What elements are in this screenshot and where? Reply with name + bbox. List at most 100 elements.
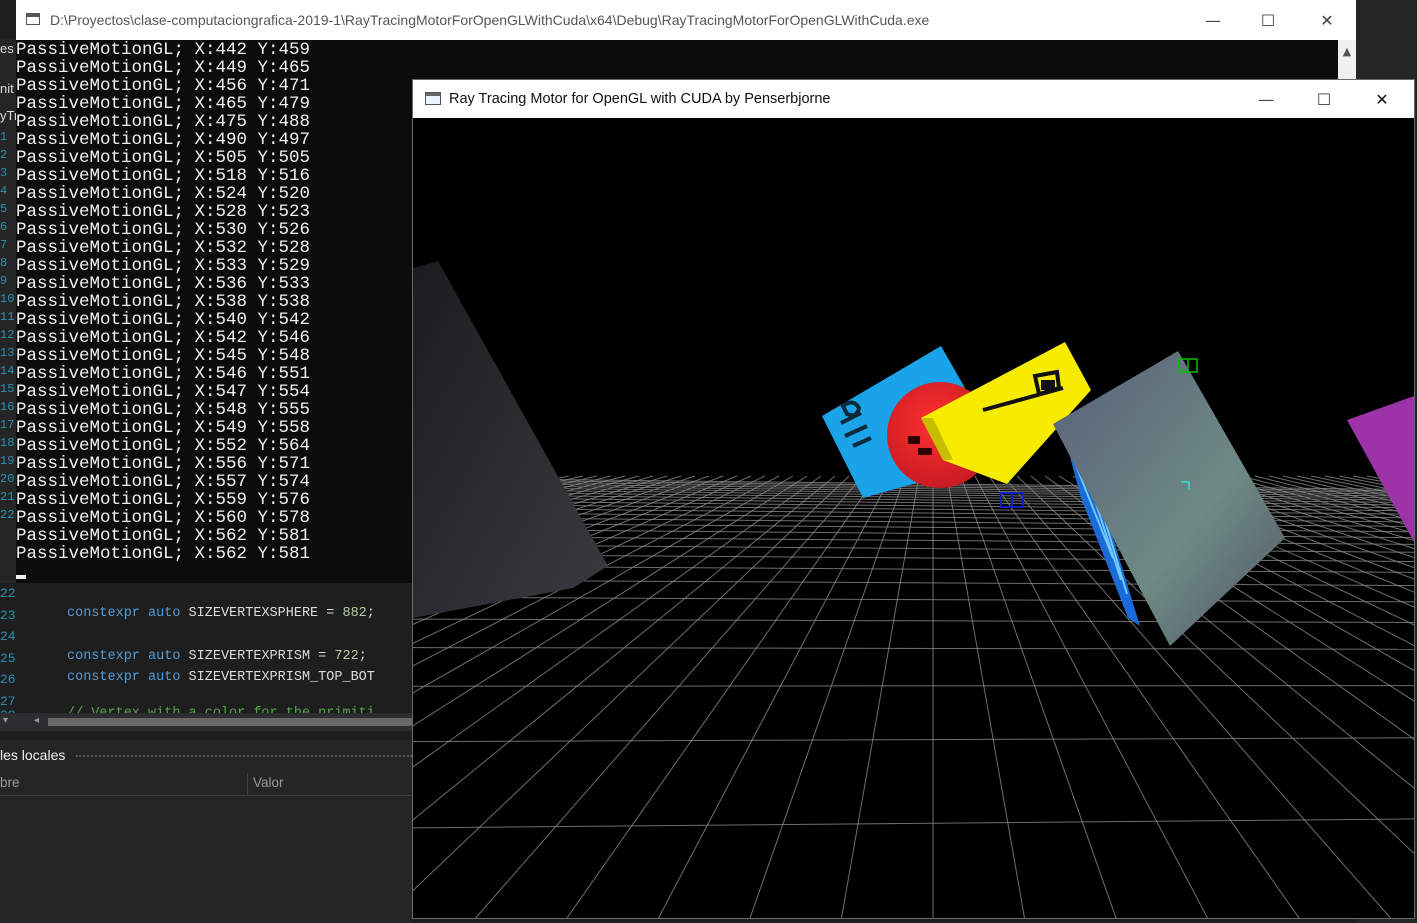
panel-grip [76, 755, 412, 757]
console-line: PassiveMotionGL; X:532 Y:528 [16, 238, 311, 258]
editor-line: 26 constexpr auto SIZEVERTEXPRISM_TOP_BOT [0, 670, 412, 690]
line-number: 7 [0, 238, 8, 252]
console-line: PassiveMotionGL; X:528 Y:523 [16, 202, 311, 222]
line-number: 6 [0, 220, 8, 234]
line-number: 15 [0, 382, 15, 396]
console-line: PassiveMotionGL; X:560 Y:578 [16, 508, 311, 528]
line-number: 20 [0, 472, 15, 486]
editor-line: 23 constexpr auto SIZEVERTEXSPHERE = 882; [0, 606, 412, 626]
console-line: PassiveMotionGL; X:490 Y:497 [16, 130, 311, 150]
console-line: PassiveMotionGL; X:556 Y:571 [16, 454, 311, 474]
gl-window[interactable]: Ray Tracing Motor for OpenGL with CUDA b… [412, 79, 1415, 919]
console-line: PassiveMotionGL; X:518 Y:516 [16, 166, 311, 186]
scroll-left-icon[interactable]: ◂ [34, 715, 39, 726]
console-line: PassiveMotionGL; X:545 Y:548 [16, 346, 311, 366]
line-number: 17 [0, 418, 15, 432]
line-number: 18 [0, 436, 15, 450]
code-token: constexpr [67, 648, 140, 664]
line-number: 26 [0, 672, 16, 687]
console-cursor [16, 575, 26, 579]
console-app-icon [26, 13, 40, 25]
console-line: PassiveMotionGL; X:549 Y:558 [16, 418, 311, 438]
console-close-button[interactable]: ✕ [1304, 0, 1350, 40]
console-line: PassiveMotionGL; X:562 Y:581 [16, 526, 311, 546]
console-line: PassiveMotionGL; X:538 Y:538 [16, 292, 311, 312]
code-token: 722 [334, 648, 359, 664]
line-number: 3 [0, 166, 8, 180]
ide-fragment-a: es [0, 41, 14, 56]
code-token: 882 [342, 605, 367, 621]
locals-title: les locales [0, 747, 66, 763]
console-line: PassiveMotionGL; X:540 Y:542 [16, 310, 311, 330]
console-line: PassiveMotionGL; X:465 Y:479 [16, 94, 311, 114]
line-number: 19 [0, 454, 15, 468]
console-line: PassiveMotionGL; X:530 Y:526 [16, 220, 311, 240]
code-token: ; [358, 648, 367, 664]
console-line: PassiveMotionGL; X:505 Y:505 [16, 148, 311, 168]
code-token: constexpr [67, 670, 140, 685]
console-line: PassiveMotionGL; X:475 Y:488 [16, 112, 311, 132]
gl-title: Ray Tracing Motor for OpenGL with CUDA b… [449, 91, 831, 107]
console-line: PassiveMotionGL; X:456 Y:471 [16, 76, 311, 96]
ide-left-panel: es nit yTr 1 2 3 4 5 6 7 8 9 10 11 12 13 14 15 16 17 18 19… [0, 38, 18, 583]
code-token: ; [366, 605, 375, 621]
console-line: PassiveMotionGL; X:547 Y:554 [16, 382, 311, 402]
locals-header-row: bre Valor [0, 773, 412, 796]
line-number: 4 [0, 184, 8, 198]
code-token: constexpr [67, 605, 140, 621]
line-number: 5 [0, 202, 8, 216]
console-line: PassiveMotionGL; X:533 Y:529 [16, 256, 311, 276]
console-line: PassiveMotionGL; X:536 Y:533 [16, 274, 311, 294]
code-text: constexpr auto SIZEVERTEXPRISM_TOP_BOT [67, 670, 375, 685]
console-line: PassiveMotionGL; X:562 Y:581 [16, 544, 311, 564]
gl-viewport[interactable] [413, 118, 1414, 918]
grid-line [413, 685, 1414, 687]
console-line: PassiveMotionGL; X:552 Y:564 [16, 436, 311, 456]
code-editor[interactable]: 22 23 constexpr auto SIZEVERTEXSPHERE = 88… [0, 583, 412, 738]
gl-maximize-button[interactable]: ☐ [1301, 80, 1347, 118]
code-token: auto [148, 670, 181, 685]
column-value-header[interactable]: Valor [253, 775, 284, 790]
line-number: 22 [0, 586, 16, 601]
line-number: 22 [0, 508, 15, 522]
line-number: 1 [0, 130, 8, 144]
console-output: PassiveMotionGL; X:442 Y:459 PassiveMotio… [16, 41, 416, 563]
console-line: PassiveMotionGL; X:542 Y:546 [16, 328, 311, 348]
horizontal-scrollbar[interactable]: ▾ ◂ [0, 713, 412, 731]
line-number: 14 [0, 364, 15, 378]
code-text: constexpr auto SIZEVERTEXSPHERE = 882; [67, 606, 375, 621]
scrollbar-thumb[interactable] [48, 718, 412, 726]
column-divider[interactable] [247, 773, 248, 795]
line-number: 21 [0, 490, 15, 504]
code-text: constexpr auto SIZEVERTEXPRISM = 722; [67, 649, 367, 664]
line-number: 23 [0, 607, 16, 623]
code-token: auto [148, 648, 181, 664]
line-number: 25 [0, 650, 16, 666]
scroll-dropdown-icon[interactable]: ▾ [3, 715, 8, 726]
console-minimize-button[interactable]: — [1190, 0, 1236, 40]
console-line: PassiveMotionGL; X:442 Y:459 [16, 40, 311, 60]
code-token: auto [148, 605, 181, 621]
editor-line: 24 [0, 627, 412, 647]
console-maximize-button[interactable]: ☐ [1245, 0, 1291, 40]
scroll-up-icon[interactable]: ▲ [1338, 42, 1356, 62]
gl-titlebar[interactable]: Ray Tracing Motor for OpenGL with CUDA b… [413, 80, 1414, 118]
code-token: SIZEVERTEXSPHERE = [180, 605, 343, 621]
line-number: 24 [0, 629, 16, 644]
line-number: 10 [0, 292, 15, 306]
console-titlebar[interactable]: D:\Proyectos\clase-computaciongrafica-20… [16, 0, 1356, 40]
column-name-header[interactable]: bre [0, 775, 20, 790]
ide-fragment-b: nit [0, 81, 14, 96]
line-number: 16 [0, 400, 15, 414]
line-number: 12 [0, 328, 15, 342]
gl-minimize-button[interactable]: — [1243, 80, 1289, 118]
console-line: PassiveMotionGL; X:449 Y:465 [16, 58, 311, 78]
console-title: D:\Proyectos\clase-computaciongrafica-20… [50, 12, 930, 28]
gl-close-button[interactable]: ✕ [1359, 80, 1405, 118]
code-token: SIZEVERTEXPRISM_TOP_BOT [180, 670, 375, 685]
line-number: 11 [0, 310, 15, 324]
gl-app-icon [425, 92, 441, 105]
